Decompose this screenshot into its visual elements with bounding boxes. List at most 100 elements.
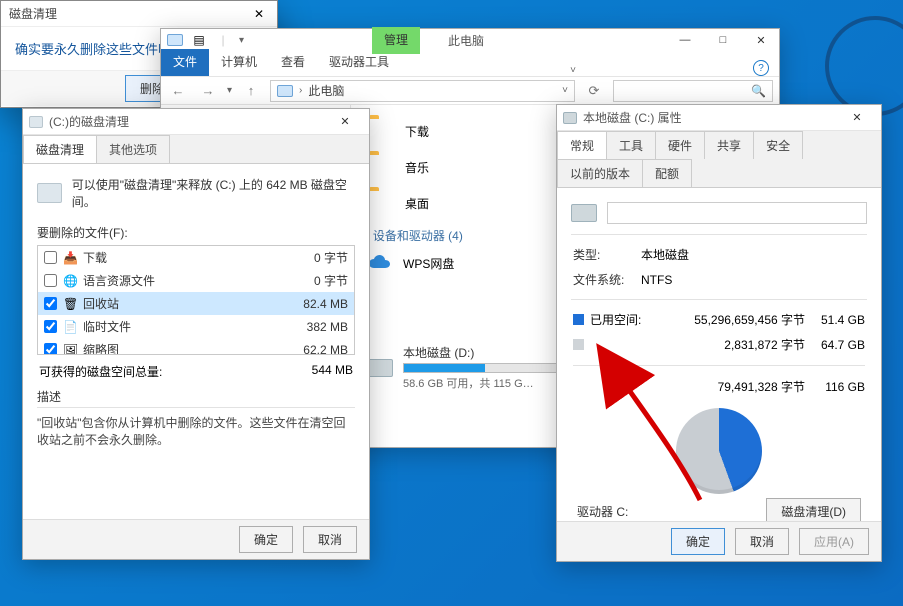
- capacity-gb: 116 GB: [807, 375, 865, 398]
- drive-icon: [37, 183, 62, 203]
- ribbon-tab-drive-tools[interactable]: 驱动器工具: [317, 49, 401, 76]
- fs-label: 文件系统:: [573, 268, 639, 291]
- ok-button[interactable]: 确定: [671, 528, 725, 555]
- tab-hardware[interactable]: 硬件: [655, 131, 705, 159]
- cloud-icon: [367, 254, 393, 272]
- dialog-footer: 确定 取消 应用(A): [557, 521, 881, 561]
- file-row[interactable]: 📄 临时文件 382 MB: [38, 315, 354, 338]
- file-type-icon: 🖼: [63, 343, 77, 356]
- file-row[interactable]: 📥 下载 0 字节: [38, 246, 354, 269]
- maximize-button[interactable]: □: [705, 30, 741, 50]
- free-color-swatch: [573, 339, 584, 350]
- folder-label: 音乐: [405, 159, 429, 176]
- close-button[interactable]: ✕: [249, 7, 269, 21]
- file-checkbox[interactable]: [44, 251, 57, 264]
- drive-icon: [571, 204, 597, 222]
- folder-icon: ♪: [367, 155, 395, 179]
- used-gb: 51.4 GB: [807, 308, 865, 331]
- desc-text: "回收站"包含你从计算机中删除的文件。这些文件在清空回收站之前不会永久删除。: [37, 407, 355, 463]
- drive-properties-window: 本地磁盘 (C:) 属性 ✕ 常规 工具 硬件 共享 安全 以前的版本 配额 类…: [556, 104, 882, 562]
- chevron-right-icon: ›: [299, 85, 302, 96]
- search-input[interactable]: 🔍: [613, 80, 773, 102]
- drive-name: 驱动器 C:: [577, 503, 628, 520]
- capacity-bytes: 79,491,328 字节: [657, 375, 805, 398]
- info-text: 可以使用"磁盘清理"来释放 (C:) 上的 642 MB 磁盘空间。: [72, 176, 355, 210]
- titlebar: 本地磁盘 (C:) 属性 ✕: [557, 105, 881, 131]
- window-title: (C:)的磁盘清理: [49, 113, 129, 130]
- file-row[interactable]: 🗑 回收站 82.4 MB: [38, 292, 354, 315]
- used-label: 已用空间:: [590, 313, 641, 327]
- file-row[interactable]: 🖼 缩略图 62.2 MB: [38, 338, 354, 355]
- tab-strip: 常规 工具 硬件 共享 安全 以前的版本 配额: [557, 131, 881, 188]
- file-checkbox[interactable]: [44, 320, 57, 333]
- file-type-icon: 📥: [63, 251, 77, 265]
- minimize-button[interactable]: —: [667, 30, 703, 50]
- tab-more-options[interactable]: 其他选项: [96, 135, 170, 163]
- ribbon-tab-computer[interactable]: 计算机: [209, 49, 269, 76]
- file-checkbox[interactable]: [44, 274, 57, 287]
- ribbon-collapse-icon[interactable]: ˅: [570, 65, 576, 76]
- type-label: 类型:: [573, 243, 639, 266]
- file-type-icon: 📄: [63, 320, 77, 334]
- props-body: 类型:本地磁盘 文件系统:NTFS 已用空间: 55,296,659,456 字…: [557, 188, 881, 552]
- nav-forward-button[interactable]: →: [197, 80, 219, 102]
- address-dropdown-icon[interactable]: ˅: [562, 85, 568, 96]
- dialog-title: 磁盘清理: [9, 5, 57, 22]
- search-icon: 🔍: [751, 84, 766, 98]
- cleanup-icon: [29, 116, 43, 128]
- free-bytes: 2,831,872 字节: [657, 333, 805, 356]
- help-icon[interactable]: ?: [753, 60, 769, 76]
- background-watermark: [825, 16, 903, 116]
- file-size: 0 字节: [278, 249, 348, 266]
- usage-table: 已用空间: 55,296,659,456 字节 51.4 GB 2,831,87…: [571, 306, 867, 400]
- refresh-button[interactable]: ⟳: [583, 80, 605, 102]
- ok-button[interactable]: 确定: [239, 526, 293, 553]
- nav-back-button[interactable]: ←: [167, 80, 189, 102]
- files-label: 要删除的文件(F):: [37, 224, 355, 241]
- drive-label-input[interactable]: [607, 202, 867, 224]
- tab-strip: 磁盘清理 其他选项: [23, 135, 369, 164]
- file-size: 0 字节: [278, 272, 348, 289]
- tab-sharing[interactable]: 共享: [704, 131, 754, 159]
- qat-check-icon[interactable]: ▤: [191, 32, 207, 48]
- cancel-button[interactable]: 取消: [735, 528, 789, 555]
- folder-icon: ▭: [367, 191, 395, 215]
- tab-tools[interactable]: 工具: [606, 131, 656, 159]
- ribbon-tabs: 文件 计算机 查看 驱动器工具 ˅ ?: [161, 51, 779, 77]
- close-button[interactable]: ✕: [743, 30, 779, 50]
- qat-dropdown-icon[interactable]: ▾: [239, 35, 244, 46]
- file-row[interactable]: 🌐 语言资源文件 0 字节: [38, 269, 354, 292]
- window-title: 本地磁盘 (C:) 属性: [583, 109, 682, 126]
- file-checkbox[interactable]: [44, 297, 57, 310]
- file-size: 82.4 MB: [278, 297, 348, 311]
- used-color-swatch: [573, 314, 584, 325]
- ribbon-tab-view[interactable]: 查看: [269, 49, 317, 76]
- ribbon-tab-file[interactable]: 文件: [161, 49, 209, 76]
- cancel-button[interactable]: 取消: [303, 526, 357, 553]
- file-size: 62.2 MB: [278, 343, 348, 356]
- tab-general[interactable]: 常规: [557, 131, 607, 159]
- file-checkbox[interactable]: [44, 343, 57, 355]
- disk-cleanup-window: (C:)的磁盘清理 ✕ 磁盘清理 其他选项 可以使用"磁盘清理"来释放 (C:)…: [22, 108, 370, 560]
- tab-previous-versions[interactable]: 以前的版本: [557, 159, 643, 187]
- file-list[interactable]: 📥 下载 0 字节 🌐 语言资源文件 0 字节 🗑 回收站 82.4 MB 📄 …: [37, 245, 355, 355]
- address-input[interactable]: › 此电脑 ˅: [270, 80, 575, 102]
- drive-usage-bar: [403, 363, 573, 373]
- type-value: 本地磁盘: [641, 243, 865, 266]
- nav-up-button[interactable]: ↑: [240, 80, 262, 102]
- titlebar: (C:)的磁盘清理 ✕: [23, 109, 369, 135]
- qat-divider-icon: |: [215, 32, 231, 48]
- close-button[interactable]: ✕: [839, 108, 875, 128]
- file-name: 下载: [83, 249, 272, 266]
- drive-type-table: 类型:本地磁盘 文件系统:NTFS: [571, 241, 867, 293]
- tab-quota[interactable]: 配额: [642, 159, 692, 187]
- nav-history-icon[interactable]: ▾: [227, 85, 232, 96]
- fs-value: NTFS: [641, 268, 865, 291]
- close-button[interactable]: ✕: [327, 112, 363, 132]
- apply-button[interactable]: 应用(A): [799, 528, 869, 555]
- file-name: 缩略图: [83, 341, 272, 355]
- titlebar: 磁盘清理 ✕: [1, 1, 277, 27]
- tab-cleanup[interactable]: 磁盘清理: [23, 135, 97, 163]
- tab-security[interactable]: 安全: [753, 131, 803, 159]
- folder-label: 桌面: [405, 195, 429, 212]
